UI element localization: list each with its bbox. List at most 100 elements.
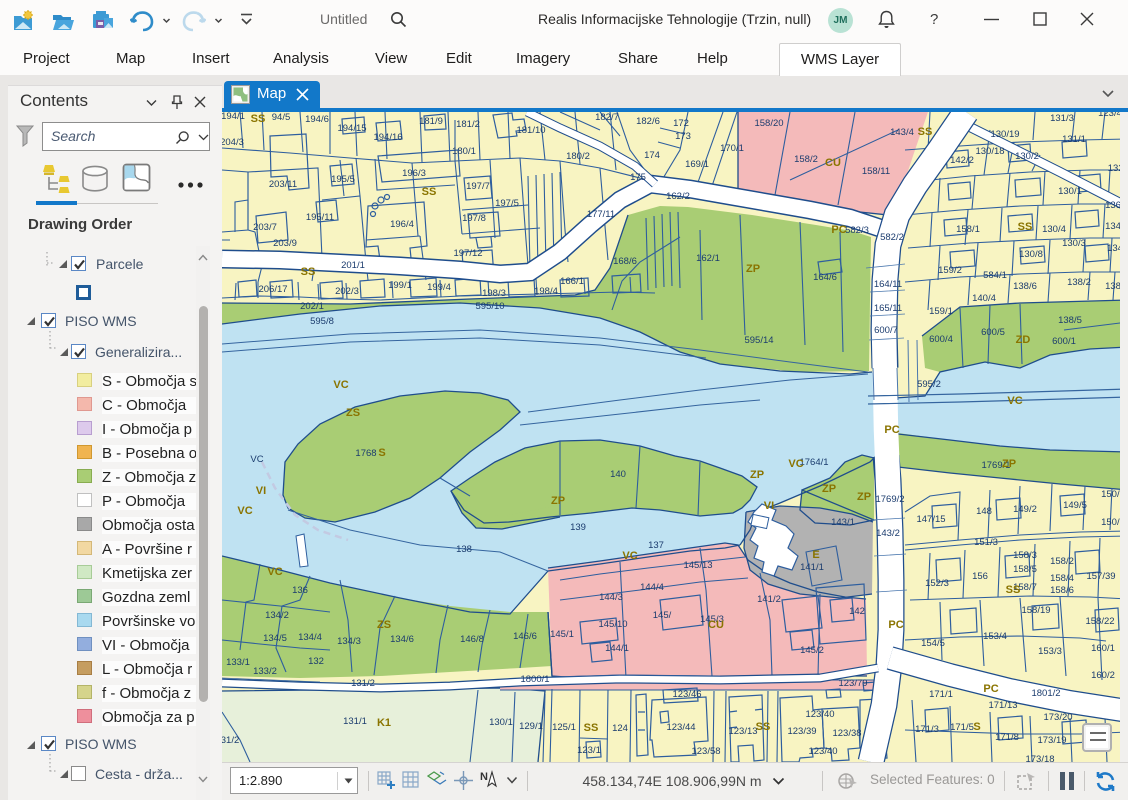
svg-text:148: 148: [976, 506, 992, 517]
svg-text:173: 173: [675, 131, 691, 142]
svg-text:195/5: 195/5: [331, 174, 355, 185]
svg-text:201/1: 201/1: [341, 260, 365, 271]
svg-text:123/79: 123/79: [838, 678, 867, 689]
svg-text:173/20: 173/20: [1043, 712, 1072, 723]
svg-text:147/15: 147/15: [916, 514, 945, 525]
svg-text:171/13: 171/13: [988, 700, 1017, 711]
svg-text:ZP: ZP: [746, 263, 760, 275]
svg-text:VC: VC: [333, 379, 348, 391]
svg-text:145/2: 145/2: [800, 645, 824, 656]
svg-text:182/6: 182/6: [636, 116, 660, 127]
svg-text:1764/1: 1764/1: [799, 457, 828, 468]
svg-text:123/13: 123/13: [728, 726, 757, 737]
svg-text:153/4: 153/4: [983, 631, 1007, 642]
svg-text:VC: VC: [622, 550, 637, 562]
svg-text:VC: VC: [267, 566, 282, 578]
svg-text:145/10: 145/10: [598, 619, 627, 630]
svg-text:146/8: 146/8: [460, 634, 484, 645]
svg-text:145/1: 145/1: [550, 629, 574, 640]
svg-text:130/1: 130/1: [1058, 186, 1082, 197]
svg-text:180/1: 180/1: [452, 146, 476, 157]
svg-text:SS: SS: [918, 126, 933, 138]
svg-text:1768: 1768: [355, 448, 376, 459]
svg-text:ZP: ZP: [857, 491, 871, 503]
svg-text:169/1: 169/1: [685, 159, 709, 170]
svg-text:SS: SS: [584, 722, 599, 734]
svg-text:145/13: 145/13: [683, 560, 712, 571]
svg-text:196/3: 196/3: [402, 168, 426, 179]
svg-text:134/2: 134/2: [265, 610, 289, 621]
svg-text:158/20: 158/20: [754, 118, 783, 129]
svg-text:194/6: 194/6: [305, 114, 329, 125]
svg-text:153/3: 153/3: [1038, 646, 1062, 657]
svg-text:160/1: 160/1: [1091, 643, 1115, 654]
svg-text:151/3: 151/3: [974, 537, 998, 548]
svg-text:123/40: 123/40: [805, 709, 834, 720]
svg-text:ZP: ZP: [551, 495, 565, 507]
svg-text:130/1: 130/1: [489, 717, 513, 728]
svg-text:197/8: 197/8: [462, 213, 486, 224]
svg-text:158/4: 158/4: [1050, 573, 1074, 584]
svg-text:181/10: 181/10: [516, 125, 545, 136]
svg-text:159/2: 159/2: [938, 265, 962, 276]
svg-text:171/1: 171/1: [929, 689, 953, 700]
svg-text:138: 138: [456, 544, 472, 555]
svg-text:124: 124: [612, 723, 628, 734]
svg-text:SS: SS: [1018, 221, 1033, 233]
svg-text:154/5: 154/5: [921, 638, 945, 649]
svg-text:131/1: 131/1: [343, 716, 367, 727]
svg-text:595/10: 595/10: [475, 301, 504, 312]
svg-text:600/4: 600/4: [929, 334, 953, 345]
svg-text:144/3: 144/3: [599, 592, 623, 603]
svg-text:158/3: 158/3: [1013, 550, 1037, 561]
svg-text:199/4: 199/4: [427, 282, 451, 293]
svg-text:168/6: 168/6: [613, 256, 637, 267]
svg-text:146/6: 146/6: [513, 631, 537, 642]
svg-text:160/2: 160/2: [1091, 670, 1115, 681]
svg-text:VC: VC: [237, 505, 252, 517]
svg-text:158/1: 158/1: [956, 224, 980, 235]
svg-text:ZS: ZS: [346, 407, 360, 419]
svg-text:173/18: 173/18: [1025, 754, 1054, 762]
svg-text:139: 139: [570, 522, 586, 533]
svg-text:145/: 145/: [653, 610, 672, 621]
svg-text:182/7: 182/7: [595, 112, 619, 123]
svg-text:142/2: 142/2: [950, 155, 974, 166]
svg-text:171/8: 171/8: [995, 732, 1019, 743]
svg-text:123/39: 123/39: [787, 726, 816, 737]
svg-text:138/2: 138/2: [1067, 277, 1091, 288]
svg-text:ZP: ZP: [750, 469, 764, 481]
svg-text:142: 142: [849, 606, 865, 617]
svg-text:159/1: 159/1: [929, 306, 953, 317]
svg-text:S: S: [378, 447, 385, 459]
svg-text:VC: VC: [250, 454, 263, 465]
svg-text:PC: PC: [884, 424, 899, 436]
svg-text:158/2: 158/2: [1050, 556, 1074, 567]
svg-text:600/1: 600/1: [1052, 336, 1076, 347]
svg-text:158/19: 158/19: [1021, 605, 1050, 616]
svg-text:171/3: 171/3: [915, 724, 939, 735]
svg-text:600/5: 600/5: [981, 327, 1005, 338]
svg-text:582/3: 582/3: [845, 225, 869, 236]
svg-text:123/38: 123/38: [832, 728, 861, 739]
svg-text:123/40: 123/40: [808, 746, 837, 757]
svg-text:175: 175: [630, 172, 646, 183]
svg-text:SS: SS: [251, 113, 266, 125]
svg-text:CU: CU: [825, 157, 841, 169]
svg-text:123/1: 123/1: [577, 745, 601, 756]
svg-text:164/6: 164/6: [813, 272, 837, 283]
svg-text:158/2: 158/2: [794, 154, 818, 165]
svg-text:196/4: 196/4: [390, 219, 414, 230]
svg-text:SS: SS: [1006, 584, 1021, 596]
svg-text:131/1: 131/1: [1062, 134, 1086, 145]
svg-text:198/4: 198/4: [534, 286, 558, 297]
svg-text:VI: VI: [256, 485, 266, 497]
svg-text:181/9: 181/9: [419, 116, 443, 127]
svg-text:143/2: 143/2: [876, 528, 900, 539]
svg-text:140: 140: [610, 469, 626, 480]
svg-text:143/1: 143/1: [831, 517, 855, 528]
svg-text:156: 156: [972, 571, 988, 582]
svg-text:158/5: 158/5: [1013, 564, 1037, 575]
svg-text:158/11: 158/11: [862, 166, 890, 177]
svg-text:197/7: 197/7: [466, 181, 490, 192]
